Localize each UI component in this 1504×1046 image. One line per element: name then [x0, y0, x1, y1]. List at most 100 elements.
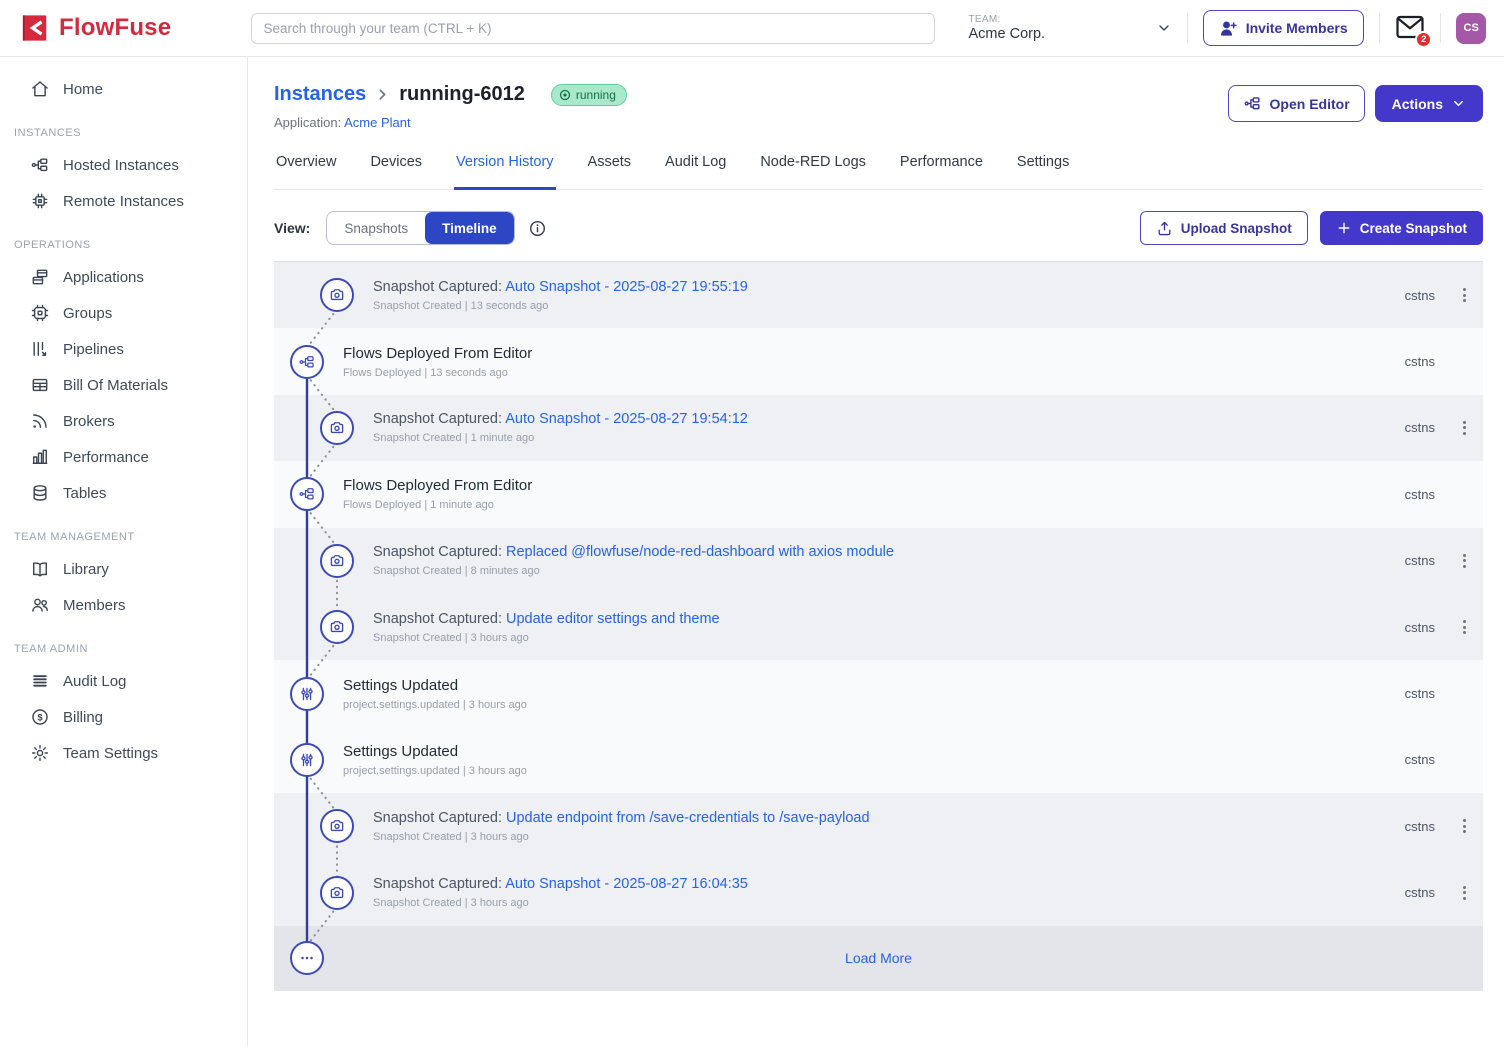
tab-settings[interactable]: Settings — [1015, 150, 1071, 190]
divider — [1440, 13, 1441, 43]
sidebar-item-groups[interactable]: Groups — [0, 295, 247, 331]
kebab-menu-icon[interactable] — [1449, 886, 1479, 900]
flows-icon — [290, 345, 324, 379]
kebab-menu-icon[interactable] — [1449, 288, 1479, 302]
divider — [1187, 13, 1188, 43]
table-icon — [30, 375, 50, 395]
actions-label: Actions — [1392, 96, 1443, 112]
timeline-row-title: Flows Deployed From Editor — [343, 345, 1405, 362]
snapshot-link[interactable]: Auto Snapshot - 2025-08-27 19:55:19 — [505, 279, 748, 295]
upload-icon — [1156, 220, 1173, 237]
timeline-row: Settings Updated project.settings.updated… — [274, 727, 1483, 793]
timeline-row: Flows Deployed From EditorFlows Deployed… — [274, 461, 1483, 527]
tab-performance[interactable]: Performance — [898, 150, 985, 190]
snapshot-link[interactable]: Replaced @flowfuse/node-red-dashboard wi… — [506, 544, 894, 560]
application-link[interactable]: Acme Plant — [344, 115, 410, 130]
sidebar-item-remote-instances[interactable]: Remote Instances — [0, 183, 247, 219]
kebab-menu-icon[interactable] — [1449, 620, 1479, 634]
timeline-row-title: Snapshot Captured: Replaced @flowfuse/no… — [373, 544, 1405, 560]
load-more-link[interactable]: Load More — [274, 950, 1483, 966]
upload-snapshot-button[interactable]: Upload Snapshot — [1140, 211, 1308, 245]
timeline-row-subtext: Snapshot Created | 13 seconds ago — [373, 300, 1405, 312]
plus-icon — [1336, 220, 1352, 236]
create-snapshot-button[interactable]: Create Snapshot — [1320, 211, 1483, 245]
flowfuse-logo[interactable]: FlowFuse — [20, 13, 239, 43]
snapshot-captured-label: Snapshot Captured: — [373, 876, 505, 892]
sidebar-item-bill-of-materials[interactable]: Bill Of Materials — [0, 367, 247, 403]
notifications-button[interactable]: 2 — [1395, 14, 1426, 42]
notification-badge: 2 — [1415, 31, 1432, 48]
tab-devices[interactable]: Devices — [368, 150, 424, 190]
timeline-row-user: cstns — [1405, 620, 1435, 635]
view-label: View: — [274, 220, 310, 236]
search-input[interactable] — [251, 13, 935, 44]
logo-text: FlowFuse — [59, 14, 171, 42]
invite-members-button[interactable]: Invite Members — [1203, 10, 1364, 46]
sidebar-section-label: TEAM ADMIN — [14, 643, 247, 655]
actions-button[interactable]: Actions — [1375, 85, 1483, 122]
kebab-menu-icon[interactable] — [1449, 554, 1479, 568]
snapshot-link[interactable]: Update editor settings and theme — [506, 611, 720, 627]
timeline-row-title: Snapshot Captured: Update endpoint from … — [373, 810, 1405, 826]
sliders-icon — [290, 743, 324, 777]
timeline-row-title: Snapshot Captured: Auto Snapshot - 2025-… — [373, 279, 1405, 295]
tab-version-history[interactable]: Version History — [454, 150, 556, 190]
snapshot-link[interactable]: Auto Snapshot - 2025-08-27 16:04:35 — [505, 876, 748, 892]
divider — [1379, 13, 1380, 43]
snapshot-captured-label: Snapshot Captured: — [373, 411, 505, 427]
toggle-timeline[interactable]: Timeline — [425, 212, 514, 244]
sliders-icon — [290, 677, 324, 711]
breadcrumb: Instances running-6012 running — [274, 83, 627, 106]
timeline-row-subtext: Snapshot Created | 3 hours ago — [373, 897, 1405, 909]
team-selector[interactable]: TEAM: Acme Corp. — [969, 14, 1172, 42]
sidebar-item-team-settings[interactable]: Team Settings — [0, 735, 247, 771]
info-icon[interactable] — [528, 219, 547, 238]
sidebar-item-library[interactable]: Library — [0, 551, 247, 587]
sidebar-item-tables[interactable]: Tables — [0, 475, 247, 511]
sidebar-item-billing[interactable]: $ Billing — [0, 699, 247, 735]
chip-round-icon — [30, 303, 50, 323]
editor-flows-icon — [1243, 94, 1262, 113]
sidebar-section-label: OPERATIONS — [14, 239, 247, 251]
timeline-row-title: Settings Updated — [343, 743, 1405, 760]
snapshot-captured-label: Snapshot Captured: — [373, 544, 506, 560]
kebab-menu-icon[interactable] — [1449, 819, 1479, 833]
status-running-icon — [559, 89, 571, 101]
timeline-row-subtext: project.settings.updated | 3 hours ago — [343, 765, 1405, 777]
sidebar-item-hosted-instances[interactable]: Hosted Instances — [0, 147, 247, 183]
toggle-snapshots[interactable]: Snapshots — [327, 212, 425, 244]
open-editor-button[interactable]: Open Editor — [1228, 85, 1365, 122]
sidebar-item-pipelines[interactable]: Pipelines — [0, 331, 247, 367]
timeline-row-subtext: Snapshot Created | 8 minutes ago — [373, 565, 1405, 577]
tab-node-red-logs[interactable]: Node-RED Logs — [758, 150, 868, 190]
status-badge: running — [551, 84, 627, 106]
avatar[interactable]: CS — [1456, 13, 1486, 44]
snapshot-link[interactable]: Update endpoint from /save-credentials t… — [506, 810, 870, 826]
tab-assets[interactable]: Assets — [586, 150, 634, 190]
timeline: Snapshot Captured: Auto Snapshot - 2025-… — [274, 262, 1483, 991]
sidebar-item-members[interactable]: Members — [0, 587, 247, 623]
sidebar-item-label: Billing — [63, 709, 103, 726]
svg-text:$: $ — [37, 712, 42, 722]
sidebar-item-applications[interactable]: Applications — [0, 259, 247, 295]
tab-audit-log[interactable]: Audit Log — [663, 150, 728, 190]
sidebar-item-audit-log[interactable]: Audit Log — [0, 663, 247, 699]
sidebar-item-brokers[interactable]: Brokers — [0, 403, 247, 439]
sidebar-section-label: INSTANCES — [14, 127, 247, 139]
team-label: TEAM: — [969, 14, 1046, 25]
view-toggle: Snapshots Timeline — [326, 211, 514, 245]
timeline-row: Snapshot Captured: Auto Snapshot - 2025-… — [274, 262, 1483, 328]
breadcrumb-instances-link[interactable]: Instances — [274, 83, 366, 106]
camera-icon — [320, 544, 354, 578]
sidebar-item-label: Members — [63, 597, 126, 614]
timeline-row: Settings Updatedproject.settings.updated… — [274, 660, 1483, 726]
camera-icon — [320, 876, 354, 910]
timeline-row-user: cstns — [1405, 686, 1435, 701]
timeline-row: Snapshot Captured: Auto Snapshot - 2025-… — [274, 860, 1483, 926]
kebab-menu-icon[interactable] — [1449, 421, 1479, 435]
tab-overview[interactable]: Overview — [274, 150, 338, 190]
sidebar-item-performance[interactable]: Performance — [0, 439, 247, 475]
sidebar: Home INSTANCES Hosted InstancesRemote Inst… — [0, 57, 248, 1046]
sidebar-item-home[interactable]: Home — [0, 71, 247, 107]
snapshot-link[interactable]: Auto Snapshot - 2025-08-27 19:54:12 — [505, 411, 748, 427]
